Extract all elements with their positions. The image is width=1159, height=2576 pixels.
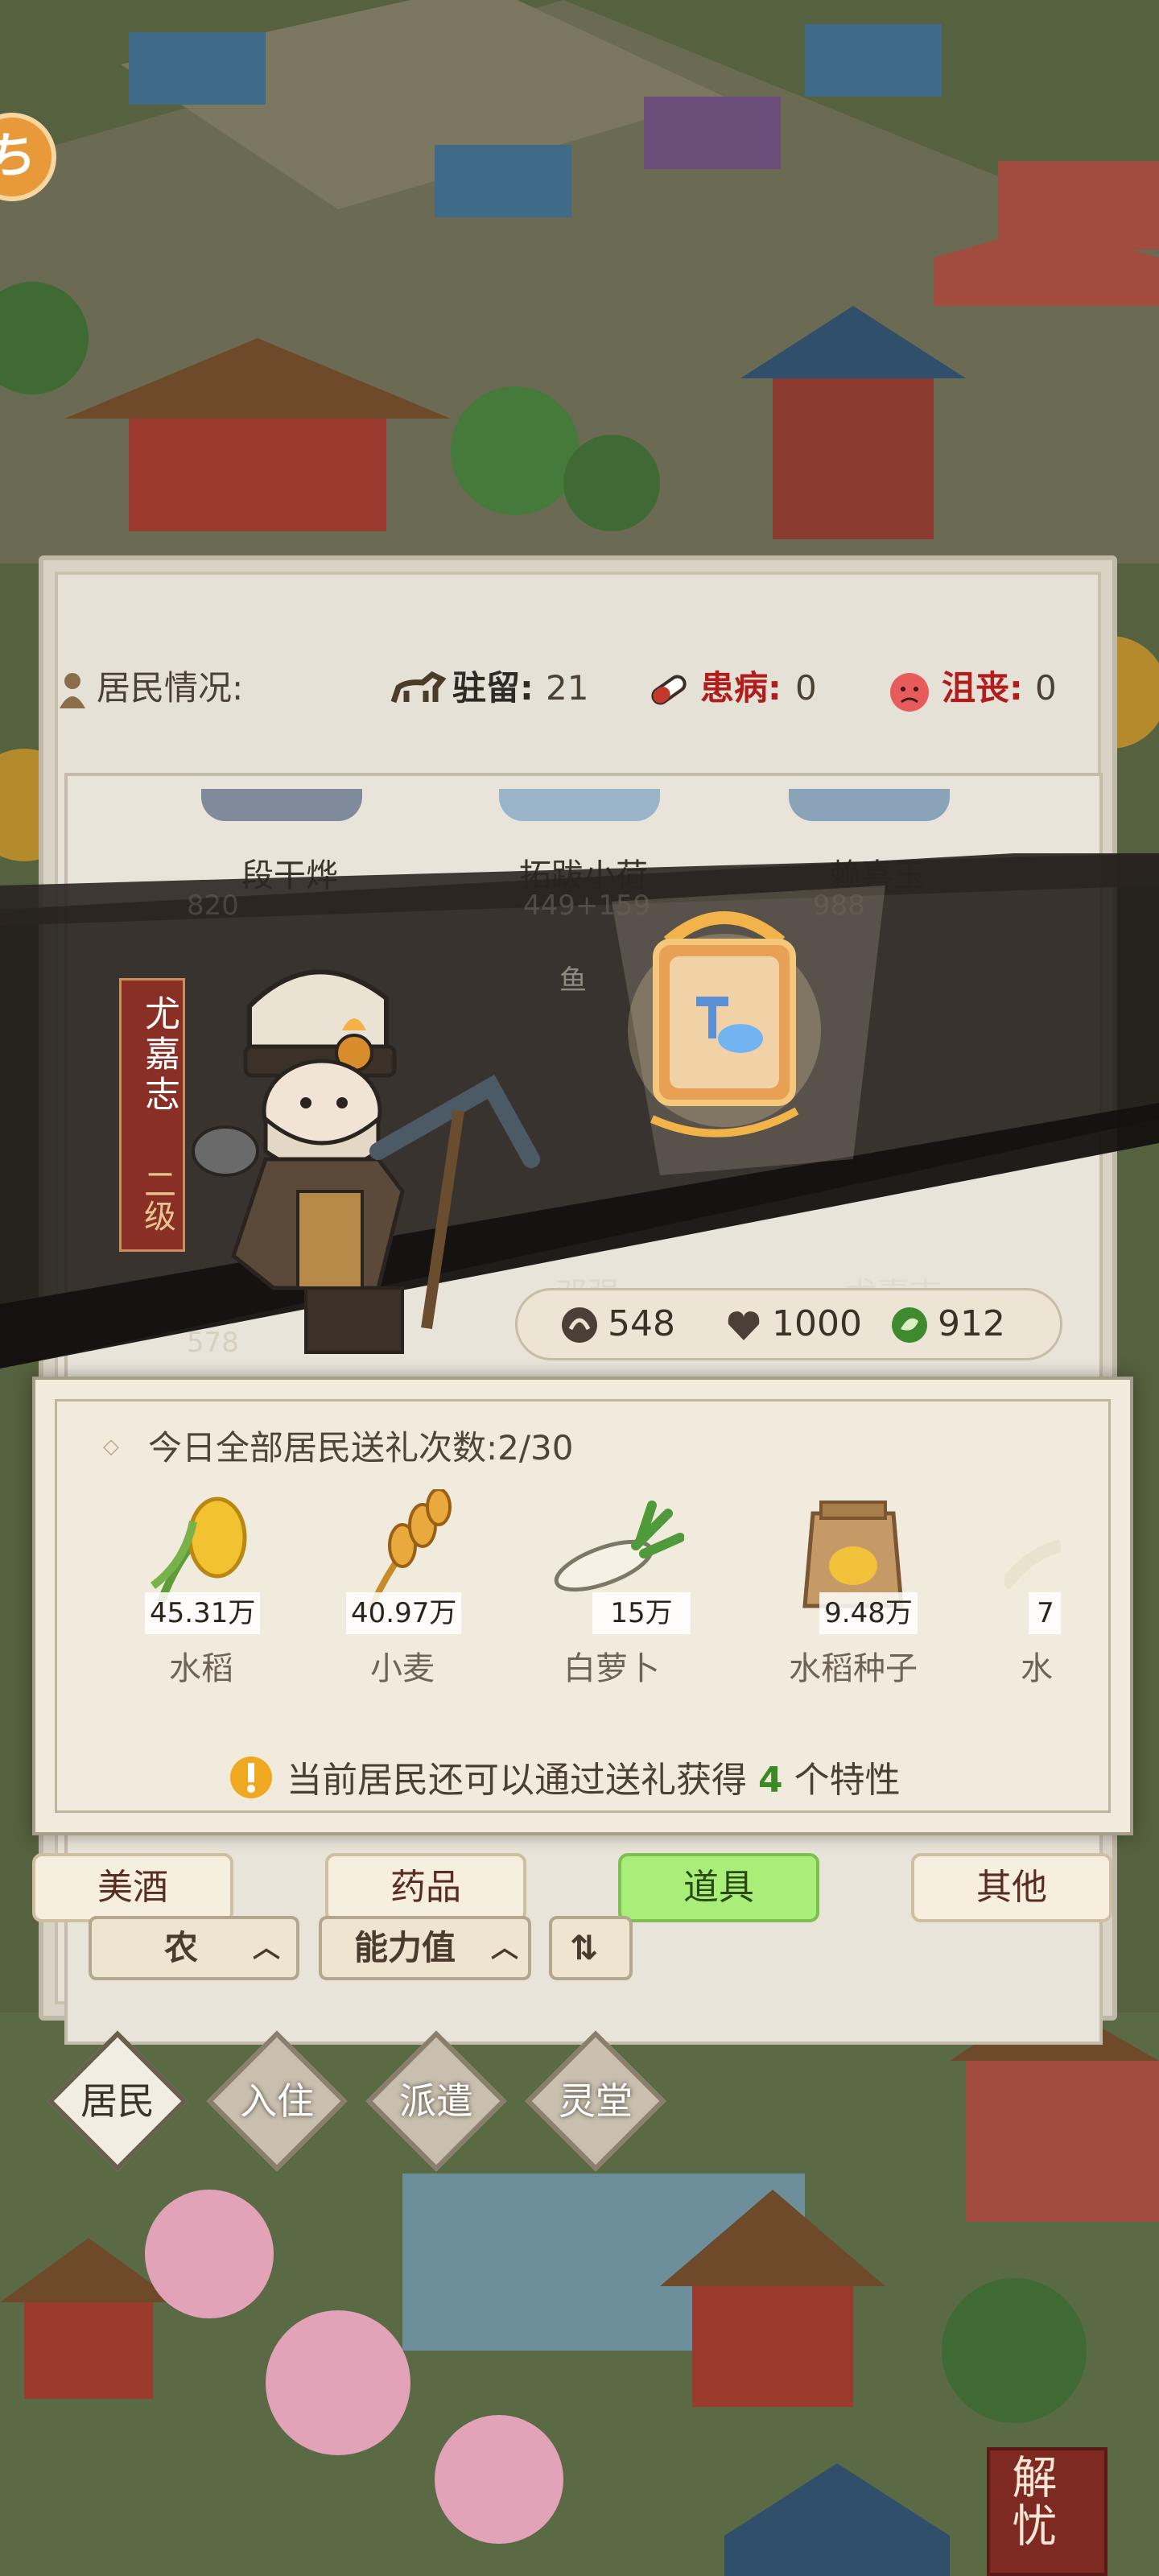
sick-value: 0	[795, 668, 817, 708]
nav-memorial-hall[interactable]: 灵堂	[523, 2029, 668, 2174]
gift-quantity: 7	[1029, 1592, 1061, 1634]
horse-icon	[390, 671, 447, 704]
chevron-up-icon: ︿	[491, 1932, 518, 1964]
resident-status-bar: 居民情况: 驻留: 21 患病: 0 沮丧: 0	[56, 652, 1062, 724]
depressed-value: 0	[1035, 668, 1057, 708]
nav-label: 派遣	[399, 2079, 473, 2123]
stay-value: 21	[546, 668, 589, 708]
resident-stats-pill: 548 1000 912	[515, 1288, 1062, 1360]
nav-check-in[interactable]: 入住	[204, 2029, 349, 2174]
nav-residents[interactable]: 居民	[45, 2029, 190, 2174]
trait-count: 4	[758, 1760, 783, 1801]
gift-quantity: 40.97万	[346, 1592, 462, 1634]
ability-value: 548	[608, 1303, 675, 1344]
gift-label: 水	[1021, 1650, 1053, 1682]
sort-filter-dropdown[interactable]: 能力值 ︿	[319, 1916, 531, 1980]
featured-resident-name: 尤嘉志	[138, 995, 179, 1116]
stay-label: 驻留:	[452, 668, 534, 708]
job-label: 农	[958, 1077, 985, 1109]
heart-icon	[728, 1311, 760, 1340]
reward-item-card-icon	[628, 911, 821, 1137]
mood-value: 912	[938, 1303, 1005, 1344]
resident-portrait[interactable]	[499, 789, 660, 821]
category-filter-dropdown[interactable]: 农 ︿	[89, 1916, 299, 1980]
person-icon	[60, 673, 85, 708]
job-label: 矿工	[881, 1041, 936, 1073]
diamond-bullet-icon: ◇	[103, 1435, 119, 1459]
gift-label: 水稻	[169, 1650, 233, 1687]
depressed-label: 沮丧:	[942, 668, 1023, 708]
health-value: 1000	[772, 1303, 862, 1344]
mood-leaf-icon	[892, 1307, 927, 1343]
exclamation-icon	[230, 1757, 272, 1798]
gift-item-partial[interactable]: 7 水	[980, 1489, 1061, 1682]
tab-items[interactable]: 道具	[618, 1853, 819, 1922]
pill-icon	[651, 675, 687, 705]
sort-order-glyph: ⇅	[570, 1928, 599, 1967]
category-filter-label: 农	[164, 1928, 199, 1967]
nav-label: 灵堂	[559, 2079, 633, 2123]
chevron-up-icon: ︿	[253, 1932, 280, 1964]
gift-label: 水稻种子	[789, 1650, 918, 1687]
sort-order-icon[interactable]: ⇅	[549, 1916, 633, 1980]
trait-suffix: 个特性	[794, 1760, 901, 1801]
gift-quantity: 9.48万	[819, 1592, 918, 1634]
gift-quantity: 15万	[592, 1592, 691, 1634]
resident-portrait[interactable]	[201, 789, 362, 821]
gift-count-label: 今日全部居民送礼次数:2/30	[148, 1428, 574, 1468]
tab-other[interactable]: 其他	[911, 1853, 1112, 1922]
tab-medicine[interactable]: 药品	[325, 1853, 526, 1922]
sort-filter-label: 能力值	[354, 1928, 456, 1967]
resident-stat: 820	[187, 890, 239, 922]
sick-label: 患病:	[700, 668, 782, 708]
gift-item-wheat[interactable]: 40.97万 小麦	[322, 1489, 483, 1687]
ability-icon	[562, 1307, 597, 1343]
worry-relief-seal-button[interactable]: 解忧	[987, 2447, 1107, 2576]
gift-item-rice-seed[interactable]: 9.48万 水稻种子	[773, 1489, 934, 1687]
resident-portrait[interactable]	[789, 789, 950, 821]
nav-label: 入住	[240, 2079, 314, 2123]
tab-wine[interactable]: 美酒	[32, 1853, 233, 1922]
gift-quantity: 45.31万	[145, 1592, 261, 1634]
shell-glyph: ち	[0, 128, 36, 184]
partial-item-icon	[1004, 1539, 1061, 1590]
gift-item-rice[interactable]: 45.31万 水稻	[121, 1489, 282, 1687]
status-label: 居民情况:	[97, 668, 244, 708]
nav-dispatch[interactable]: 派遣	[364, 2029, 509, 2174]
nav-label: 居民	[80, 2079, 155, 2123]
trait-hint: 当前居民还可以通过送礼获得 4 个特性	[287, 1751, 901, 1802]
sad-face-icon	[890, 673, 929, 712]
gift-item-radish[interactable]: 15万 白萝卜	[531, 1489, 692, 1687]
gift-label: 小麦	[370, 1650, 435, 1687]
featured-resident-level: 二级	[138, 1167, 175, 1232]
gift-label: 白萝卜	[563, 1650, 660, 1687]
trait-prefix: 当前居民还可以通过送礼获得	[287, 1760, 747, 1801]
seal-label: 解忧	[1004, 2454, 1057, 2550]
